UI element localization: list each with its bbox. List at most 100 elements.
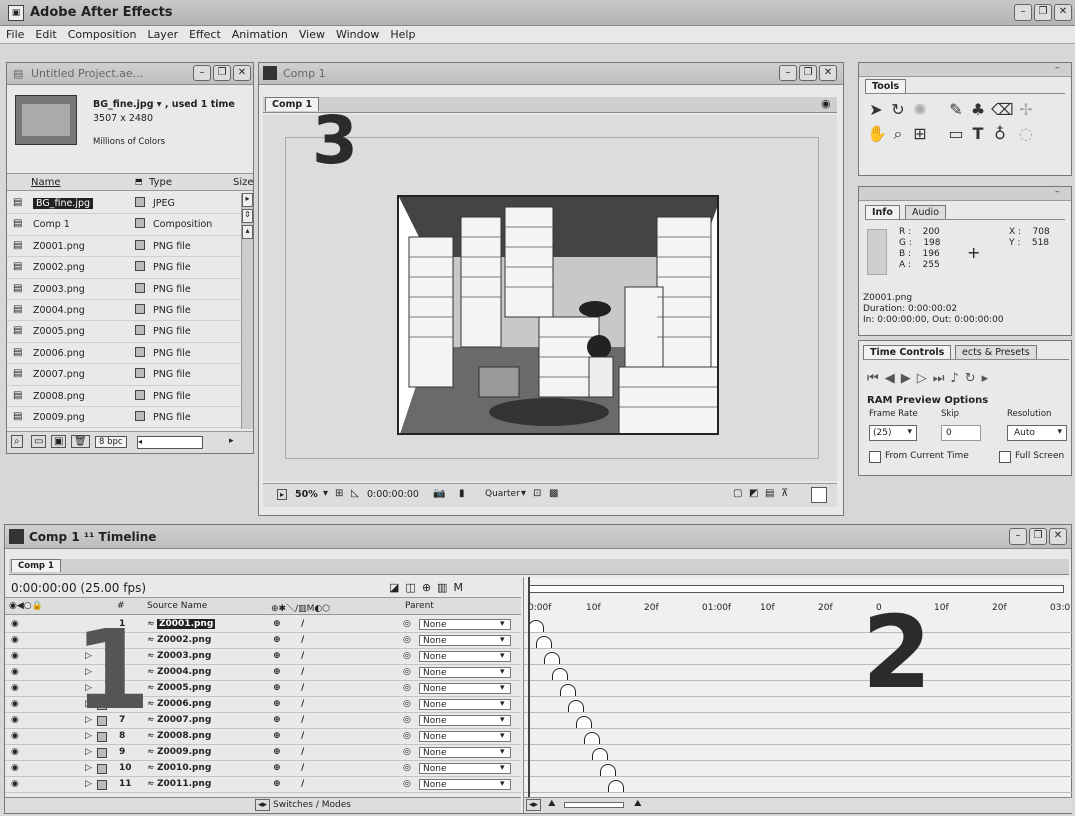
project-item[interactable]: ▤ Z0008.png PNG file [7, 386, 241, 407]
layer-duration-bar[interactable] [524, 633, 1072, 649]
loop-icon[interactable]: ↻ [965, 371, 982, 386]
project-close-icon[interactable]: ✕ [233, 65, 251, 81]
layer-source-name[interactable]: Z0001.png [157, 619, 216, 629]
time-ruler[interactable]: 0:00f 10f 20f 01:00f 10f 20f 0 10f 20f 03:0 [524, 603, 1072, 617]
comp-tab[interactable]: Comp 1 [265, 97, 320, 111]
shy-switch-icon[interactable]: ⊕ [273, 779, 281, 789]
selection-tool-icon[interactable]: ➤ [867, 101, 885, 119]
parent-dropdown-icon[interactable]: ▾ [500, 763, 505, 773]
layer-in-point-marker[interactable] [528, 620, 544, 632]
info-minimize-icon[interactable]: – [1055, 187, 1060, 197]
tools-minimize-icon[interactable]: – [1055, 63, 1060, 73]
parent-select[interactable]: None ▾ [419, 667, 511, 678]
frame-rate-select[interactable]: (25) ▾ [869, 425, 917, 441]
pan-behind-tool-icon[interactable]: ⊞ [911, 125, 929, 143]
timeline-comp-tab[interactable]: Comp 1 [11, 559, 61, 572]
quality-switch-icon[interactable]: / [301, 699, 304, 709]
label-color-swatch[interactable] [135, 218, 145, 229]
ram-preview-icon[interactable]: ▸ [982, 371, 995, 386]
comp-minimize-icon[interactable]: – [779, 65, 797, 81]
quality-switch-icon[interactable]: / [301, 747, 304, 757]
project-item[interactable]: ▤ Comp 1 Composition [7, 214, 241, 236]
parent-dropdown-icon[interactable]: ▾ [500, 619, 505, 629]
project-item[interactable]: ▤ Z0006.png PNG file [7, 343, 241, 365]
tools-tab[interactable]: Tools [865, 79, 907, 93]
project-item[interactable]: ▤ Z0007.png PNG file [7, 364, 241, 386]
shy-switch-icon[interactable]: ⊕ [273, 651, 281, 661]
menu-view[interactable]: View [293, 26, 330, 41]
resolution-select[interactable]: Quarter [485, 489, 520, 499]
column-type[interactable]: Type [149, 177, 172, 188]
menu-file[interactable]: File [0, 26, 29, 41]
video-eye-icon[interactable]: ◉ [11, 747, 19, 757]
shy-switch-icon[interactable]: ⊕ [273, 635, 281, 645]
label-color-swatch[interactable] [135, 410, 145, 421]
new-folder-icon[interactable]: ▭ [31, 435, 47, 448]
menu-window[interactable]: Window [330, 26, 384, 41]
layer-source-name[interactable]: Z0009.png [157, 747, 211, 757]
comp-close-icon[interactable]: ✕ [819, 65, 837, 81]
parent-pickwhip-icon[interactable]: ◎ [403, 699, 411, 709]
last-frame-icon[interactable]: ⏭ [933, 371, 951, 386]
parent-dropdown-icon[interactable]: ▾ [500, 715, 505, 725]
quality-switch-icon[interactable]: / [301, 619, 304, 629]
scroll-up-arrow-icon[interactable]: ▴ [242, 225, 253, 239]
parent-pickwhip-icon[interactable]: ◎ [403, 651, 411, 661]
hand-tool-icon[interactable]: ✋ [867, 125, 887, 143]
toggle-switches-icon[interactable]: ◂▸ [255, 799, 271, 811]
layer-source-name[interactable]: Z0006.png [157, 699, 211, 709]
frame-blending-icon[interactable]: ⊕ [422, 581, 437, 594]
frame-rate-dropdown-icon[interactable]: ▾ [907, 427, 912, 437]
project-scrollbar[interactable]: ▸ ⇕ ▴ [241, 193, 253, 429]
layer-in-point-marker[interactable] [544, 652, 560, 664]
layer-in-point-marker[interactable] [576, 716, 592, 728]
project-item[interactable]: ▤ Z0003.png PNG file [7, 279, 241, 300]
layer-duration-bar[interactable] [524, 729, 1072, 745]
layer-duration-bar[interactable] [524, 777, 1072, 793]
bit-depth-button[interactable]: 8 bpc [95, 436, 127, 448]
safe-zones-icon[interactable]: ⊞ [335, 488, 343, 499]
timeline-close-icon[interactable]: ✕ [1049, 528, 1067, 545]
project-item[interactable]: ▤ Z0001.png PNG file [7, 236, 241, 258]
parent-pickwhip-icon[interactable]: ◎ [403, 715, 411, 725]
layer-duration-bar[interactable] [524, 665, 1072, 681]
rectangle-mask-tool-icon[interactable]: ▭ [947, 125, 965, 143]
label-column-icon[interactable]: ⬒ [135, 177, 143, 186]
video-eye-icon[interactable]: ◉ [11, 731, 19, 741]
comp-flowchart-icon[interactable]: ◪ [389, 581, 405, 594]
menu-effect[interactable]: Effect [183, 26, 226, 41]
video-eye-icon[interactable]: ◉ [11, 651, 19, 661]
menu-composition[interactable]: Composition [62, 26, 142, 41]
parent-select[interactable]: None ▾ [419, 699, 511, 710]
parent-pickwhip-icon[interactable]: ◎ [403, 619, 411, 629]
resolution-dropdown-icon[interactable]: ▾ [521, 488, 526, 499]
menu-animation[interactable]: Animation [226, 26, 293, 41]
layer-duration-bar[interactable] [524, 649, 1072, 665]
parent-select[interactable]: None ▾ [419, 731, 511, 742]
camera-view-icon[interactable]: ▢ [733, 488, 742, 499]
shy-switch-icon[interactable]: ⊕ [273, 619, 281, 629]
skip-input[interactable]: 0 [941, 425, 981, 441]
timeline-window-icon[interactable]: ▤ [765, 488, 774, 499]
timeline-maximize-icon[interactable]: ❐ [1029, 528, 1047, 545]
timeline-minimize-icon[interactable]: – [1009, 528, 1027, 545]
timeline-layer-row[interactable]: ◉ ▷ 9 ≈ Z0009.png ⊕ / ◎ None ▾ [5, 745, 521, 761]
project-item[interactable]: ▤ Z0002.png PNG file [7, 257, 241, 279]
layer-in-point-marker[interactable] [552, 668, 568, 680]
video-eye-icon[interactable]: ◉ [11, 763, 19, 773]
source-name-column[interactable]: Source Name [147, 601, 207, 611]
pixel-aspect-icon[interactable]: ◩ [749, 488, 758, 499]
layer-source-name[interactable]: Z0011.png [157, 779, 211, 789]
first-frame-icon[interactable]: ⏮ [867, 371, 885, 386]
column-size[interactable]: Size [233, 177, 254, 188]
menu-edit[interactable]: Edit [29, 26, 61, 41]
layer-source-name[interactable]: Z0003.png [157, 651, 211, 661]
menu-layer[interactable]: Layer [141, 26, 183, 41]
horizontal-scrollbar[interactable]: ◂ [137, 436, 203, 449]
color-swatch[interactable] [811, 487, 827, 503]
parent-select[interactable]: None ▾ [419, 683, 511, 694]
layer-duration-bar[interactable] [524, 713, 1072, 729]
video-eye-icon[interactable]: ◉ [11, 779, 19, 789]
project-item[interactable]: ▤ Z0005.png PNG file [7, 321, 241, 343]
time-controls-tab[interactable]: Time Controls [863, 345, 952, 359]
